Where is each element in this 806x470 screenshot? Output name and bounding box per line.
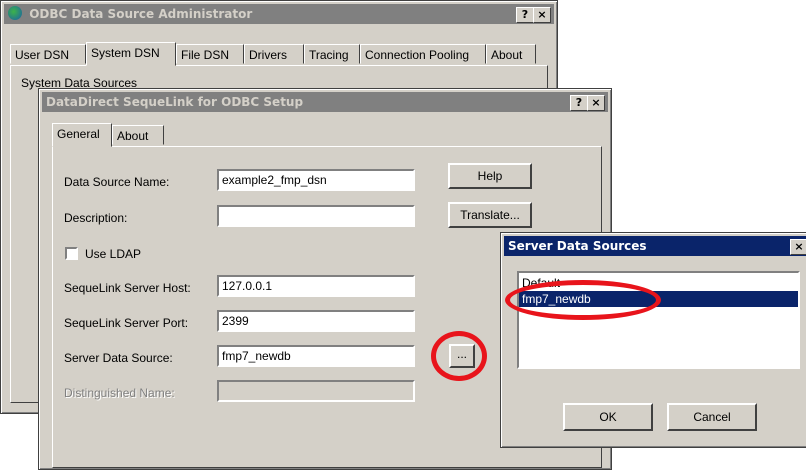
server-sources-title: Server Data Sources bbox=[508, 239, 647, 253]
distinguished-name-label: Distinguished Name: bbox=[64, 386, 175, 400]
tab-connection-pooling[interactable]: Connection Pooling bbox=[360, 44, 486, 64]
tab-general[interactable]: General bbox=[52, 123, 112, 147]
use-ldap-label: Use LDAP bbox=[85, 247, 142, 261]
dsn-name-field[interactable]: example2_fmp_dsn bbox=[217, 169, 415, 191]
server-sources-dialog: Server Data Sources × Default fmp7_newdb… bbox=[500, 232, 806, 448]
odbc-globe-icon bbox=[8, 6, 22, 20]
tab-tracing[interactable]: Tracing bbox=[304, 44, 360, 64]
tab-user-dsn[interactable]: User DSN bbox=[10, 44, 86, 64]
tab-about[interactable]: About bbox=[486, 44, 536, 64]
setup-titlebar[interactable]: DataDirect SequeLink for ODBC Setup ? × bbox=[42, 92, 608, 112]
odbc-admin-title: ODBC Data Source Administrator bbox=[29, 7, 253, 21]
cancel-button[interactable]: Cancel bbox=[667, 403, 757, 431]
server-data-source-field[interactable]: fmp7_newdb bbox=[217, 345, 415, 367]
dsn-name-label: Data Source Name: bbox=[64, 175, 170, 189]
tab-setup-about[interactable]: About bbox=[112, 125, 164, 145]
server-host-field[interactable]: 127.0.0.1 bbox=[217, 275, 415, 297]
odbc-admin-titlebar[interactable]: ODBC Data Source Administrator ? × bbox=[4, 4, 554, 24]
odbc-close-button[interactable]: × bbox=[533, 7, 551, 23]
server-sources-titlebar[interactable]: Server Data Sources × bbox=[504, 236, 806, 256]
server-data-source-label: Server Data Source: bbox=[64, 351, 173, 365]
setup-title: DataDirect SequeLink for ODBC Setup bbox=[46, 95, 304, 109]
server-sources-close-button[interactable]: × bbox=[790, 239, 806, 255]
tab-drivers[interactable]: Drivers bbox=[244, 44, 304, 64]
tab-system-dsn[interactable]: System DSN bbox=[86, 42, 176, 66]
setup-tab-row: General About bbox=[52, 123, 252, 147]
list-item-fmp7-newdb[interactable]: fmp7_newdb bbox=[519, 291, 798, 307]
odbc-tab-row: User DSN System DSN File DSN Drivers Tra… bbox=[10, 42, 550, 66]
server-port-label: SequeLink Server Port: bbox=[64, 316, 189, 330]
odbc-help-button[interactable]: ? bbox=[516, 7, 534, 23]
server-host-label: SequeLink Server Host: bbox=[64, 281, 191, 295]
setup-help-button[interactable]: ? bbox=[570, 95, 588, 111]
server-port-field[interactable]: 2399 bbox=[217, 310, 415, 332]
help-button[interactable]: Help bbox=[448, 163, 532, 189]
description-field[interactable] bbox=[217, 205, 415, 227]
browse-button[interactable]: ... bbox=[449, 344, 475, 368]
setup-close-button[interactable]: × bbox=[587, 95, 605, 111]
ok-button[interactable]: OK bbox=[563, 403, 653, 431]
list-item-default[interactable]: Default bbox=[519, 275, 798, 291]
server-sources-list[interactable]: Default fmp7_newdb bbox=[517, 271, 800, 369]
tab-file-dsn[interactable]: File DSN bbox=[176, 44, 244, 64]
translate-button[interactable]: Translate... bbox=[448, 202, 532, 228]
distinguished-name-field bbox=[217, 380, 415, 402]
use-ldap-checkbox[interactable] bbox=[65, 247, 78, 260]
description-label: Description: bbox=[64, 211, 128, 225]
